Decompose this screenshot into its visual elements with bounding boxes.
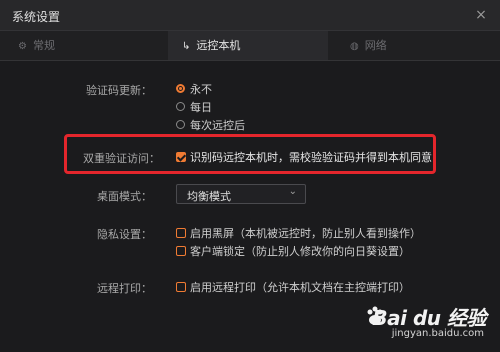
radio-never[interactable] — [176, 84, 185, 93]
remote-print-label: 远程打印： — [97, 282, 152, 295]
blackscreen-option: 启用黑屏（本机被远控时，防止别人看到操作） — [190, 227, 421, 240]
window-title: 系统设置 — [12, 10, 61, 24]
tab-bar: ⚙ 常规 ↳ 远控本机 ◍ 网络 — [0, 31, 500, 61]
tab-general[interactable]: ⚙ 常规 — [18, 31, 55, 60]
verify-update-label: 验证码更新： — [86, 84, 152, 97]
tab-label: 远控本机 — [196, 39, 241, 52]
radio-after-each-remote[interactable] — [176, 120, 185, 129]
desktop-mode-label: 桌面模式： — [97, 190, 152, 203]
tab-network[interactable]: ◍ 网络 — [350, 31, 387, 60]
remote-icon: ↳ — [182, 41, 191, 52]
desktop-mode-value: 均衡模式 — [187, 190, 231, 203]
chevron-down-icon: ⌄ — [288, 186, 297, 197]
baidu-watermark: Bai du 经验 jingyan.baidu.com — [360, 302, 490, 346]
client-lock-option: 客户端锁定（防止别人修改你的向日葵设置） — [190, 245, 410, 258]
radio-after-each-remote-label: 每次远控后 — [190, 119, 245, 132]
desktop-mode-select[interactable]: 均衡模式 ⌄ — [176, 184, 306, 204]
globe-icon: ◍ — [350, 41, 359, 52]
watermark-logo: Bai du 经验 — [372, 306, 486, 330]
remote-print-option: 启用远程打印（允许本机文档在主控端打印） — [190, 281, 410, 294]
radio-never-label: 永不 — [190, 83, 212, 96]
double-verify-checkbox[interactable] — [176, 152, 186, 162]
double-verify-label: 双重验证访问： — [83, 152, 160, 165]
tab-label: 常规 — [32, 39, 55, 52]
double-verify-option: 识别码远控本机时，需校验验证码并得到本机同意 — [190, 151, 432, 164]
watermark-url: jingyan.baidu.com — [391, 328, 484, 339]
client-lock-checkbox[interactable] — [176, 246, 186, 256]
privacy-label: 隐私设置： — [97, 228, 152, 241]
title-bar: 系统设置 × — [0, 0, 500, 31]
close-button[interactable]: × — [472, 6, 490, 24]
radio-daily[interactable] — [176, 102, 185, 111]
blackscreen-checkbox[interactable] — [176, 228, 186, 238]
gear-icon: ⚙ — [18, 41, 27, 52]
radio-daily-label: 每日 — [190, 101, 212, 114]
tab-remote-control[interactable]: ↳ 远控本机 — [168, 31, 328, 60]
remote-print-checkbox[interactable] — [176, 282, 186, 292]
tab-label: 网络 — [364, 39, 387, 52]
